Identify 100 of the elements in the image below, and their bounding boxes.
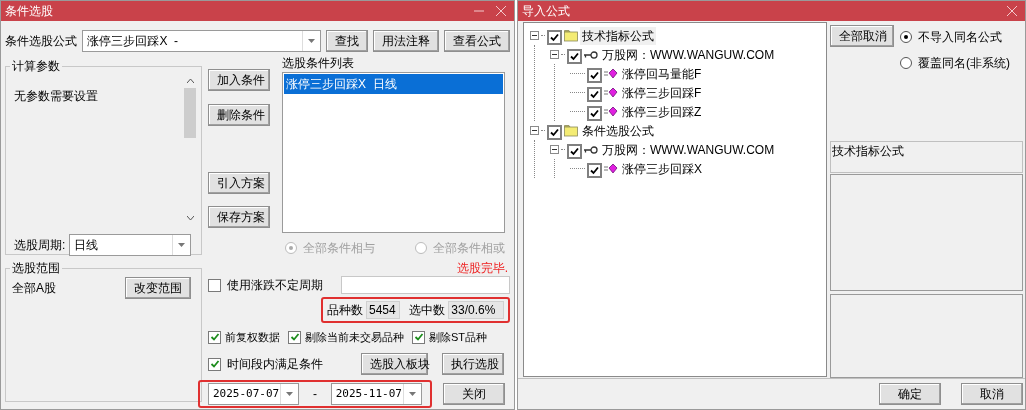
tree-item[interactable]: 技术指标公式 (580, 26, 656, 45)
button[interactable]: 引入方案 (208, 172, 270, 194)
button[interactable]: 查找 (326, 30, 368, 52)
button[interactable]: 确定 (879, 382, 941, 405)
button[interactable]: 取消 (961, 382, 1023, 405)
checkbox[interactable] (208, 278, 221, 292)
check-icon (550, 128, 559, 137)
expand-toggle[interactable] (530, 126, 539, 135)
checkbox-label: 剔除当前未交易品种 (305, 329, 404, 345)
text-field[interactable] (341, 276, 510, 294)
minus-icon (532, 128, 537, 133)
check-icon (413, 332, 424, 342)
checkbox[interactable] (567, 49, 582, 64)
button[interactable]: 加入条件 (208, 69, 270, 91)
date-picker[interactable]: 2025-07-07 (208, 383, 300, 405)
diamond-icon (604, 87, 618, 98)
scroll-down-icon (186, 216, 194, 221)
list-item[interactable]: 涨停三步回踩X 日线 (284, 74, 503, 94)
close-icon (496, 6, 506, 16)
tree-item[interactable]: 万股网：WWW.WANGUW.COM (600, 140, 777, 159)
status-text: 选股完毕. (456, 260, 508, 275)
info-text: 全部A股 (11, 280, 56, 297)
checkbox[interactable] (412, 330, 425, 344)
dropdown-arrow-icon (286, 392, 294, 396)
checkbox[interactable] (587, 163, 602, 178)
field-label: 选中数 (409, 302, 446, 319)
tree-item[interactable]: 涨停三步回踩X (620, 159, 704, 178)
expand-toggle[interactable] (530, 31, 539, 40)
window-title: 条件选股 (5, 3, 53, 20)
checkbox[interactable] (567, 144, 582, 159)
field-label: 选股周期: (14, 237, 66, 254)
checkbox[interactable] (587, 106, 602, 121)
diamond-icon (604, 163, 618, 174)
field-label: 品种数 (327, 302, 363, 319)
radio-button[interactable] (900, 57, 912, 69)
dropdown-arrow-icon (308, 39, 315, 43)
folder-icon (564, 29, 578, 42)
list-title: 选股条件列表 (282, 57, 355, 69)
button[interactable]: 关闭 (443, 383, 505, 405)
checkbox[interactable] (288, 330, 301, 344)
radio-label: 全部条件相与 (303, 240, 375, 257)
checkbox-label: 使用涨跌不定周期 (227, 277, 324, 294)
button[interactable]: 删除条件 (208, 104, 270, 126)
check-icon (590, 109, 599, 118)
checkbox[interactable] (547, 30, 562, 45)
checkbox[interactable] (208, 357, 221, 371)
tree-item[interactable]: 万股网：WWW.WANGUW.COM (600, 45, 777, 64)
checkbox-label: 前复权数据 (225, 329, 280, 345)
diamond-icon (604, 68, 618, 79)
radio-label: 覆盖同名(非系统) (918, 55, 1010, 72)
radio-label: 全部条件相或 (433, 240, 505, 257)
minus-icon (552, 147, 557, 152)
button[interactable]: 保存方案 (208, 206, 270, 228)
checkbox[interactable] (547, 125, 562, 140)
check-icon (570, 52, 579, 61)
check-icon (209, 359, 220, 369)
period-combo[interactable]: 日线 (69, 234, 192, 256)
checkbox[interactable] (587, 68, 602, 83)
window-title: 导入公式 (522, 3, 570, 20)
check-icon (209, 332, 220, 342)
check-icon (590, 90, 599, 99)
close-icon (1007, 6, 1017, 16)
scroll-up-icon (186, 79, 194, 84)
button[interactable]: 查看公式 (444, 30, 510, 52)
expand-toggle[interactable] (550, 145, 559, 154)
button[interactable]: 改变范围 (125, 277, 191, 299)
button[interactable]: 全部取消 (830, 25, 894, 47)
group-title: 计算参数 (11, 58, 61, 75)
date-separator: - (312, 386, 318, 403)
tree-item[interactable]: 条件选股公式 (580, 121, 656, 140)
minimize-icon (474, 7, 484, 15)
formula-combo[interactable]: 涨停三步回踩X - (82, 30, 321, 52)
tree-item[interactable]: 涨停三步回踩Z (620, 102, 704, 121)
check-icon (289, 332, 300, 342)
checkbox-label: 时间段内满足条件 (227, 356, 323, 373)
expand-toggle[interactable] (550, 50, 559, 59)
button[interactable]: 执行选股 (442, 353, 504, 375)
radio-button[interactable] (900, 31, 912, 43)
field-label: 条件选股公式 (5, 33, 78, 50)
check-icon (590, 71, 599, 80)
info-text: 无参数需要设置 (13, 88, 99, 105)
date-picker[interactable]: 2025-11-07 (330, 383, 422, 405)
radio-label: 不导入同名公式 (918, 29, 1002, 46)
checkbox[interactable] (587, 87, 602, 102)
button[interactable]: 选股入板块 (361, 353, 428, 375)
check-icon (570, 147, 579, 156)
key-icon (584, 145, 598, 154)
check-icon (550, 33, 559, 42)
checkbox-label: 剔除ST品种 (429, 329, 488, 345)
folder-icon (564, 124, 578, 137)
check-icon (590, 166, 599, 175)
dropdown-arrow-icon (178, 243, 186, 247)
tree-item[interactable]: 涨停回马量能F (620, 64, 704, 83)
diamond-icon (604, 106, 618, 117)
key-icon (584, 50, 598, 59)
button[interactable]: 用法注释 (373, 30, 439, 52)
checkbox[interactable] (208, 330, 221, 344)
minus-icon (532, 33, 537, 38)
group-title: 选股范围 (11, 260, 61, 277)
tree-item[interactable]: 涨停三步回踩F (620, 83, 704, 102)
